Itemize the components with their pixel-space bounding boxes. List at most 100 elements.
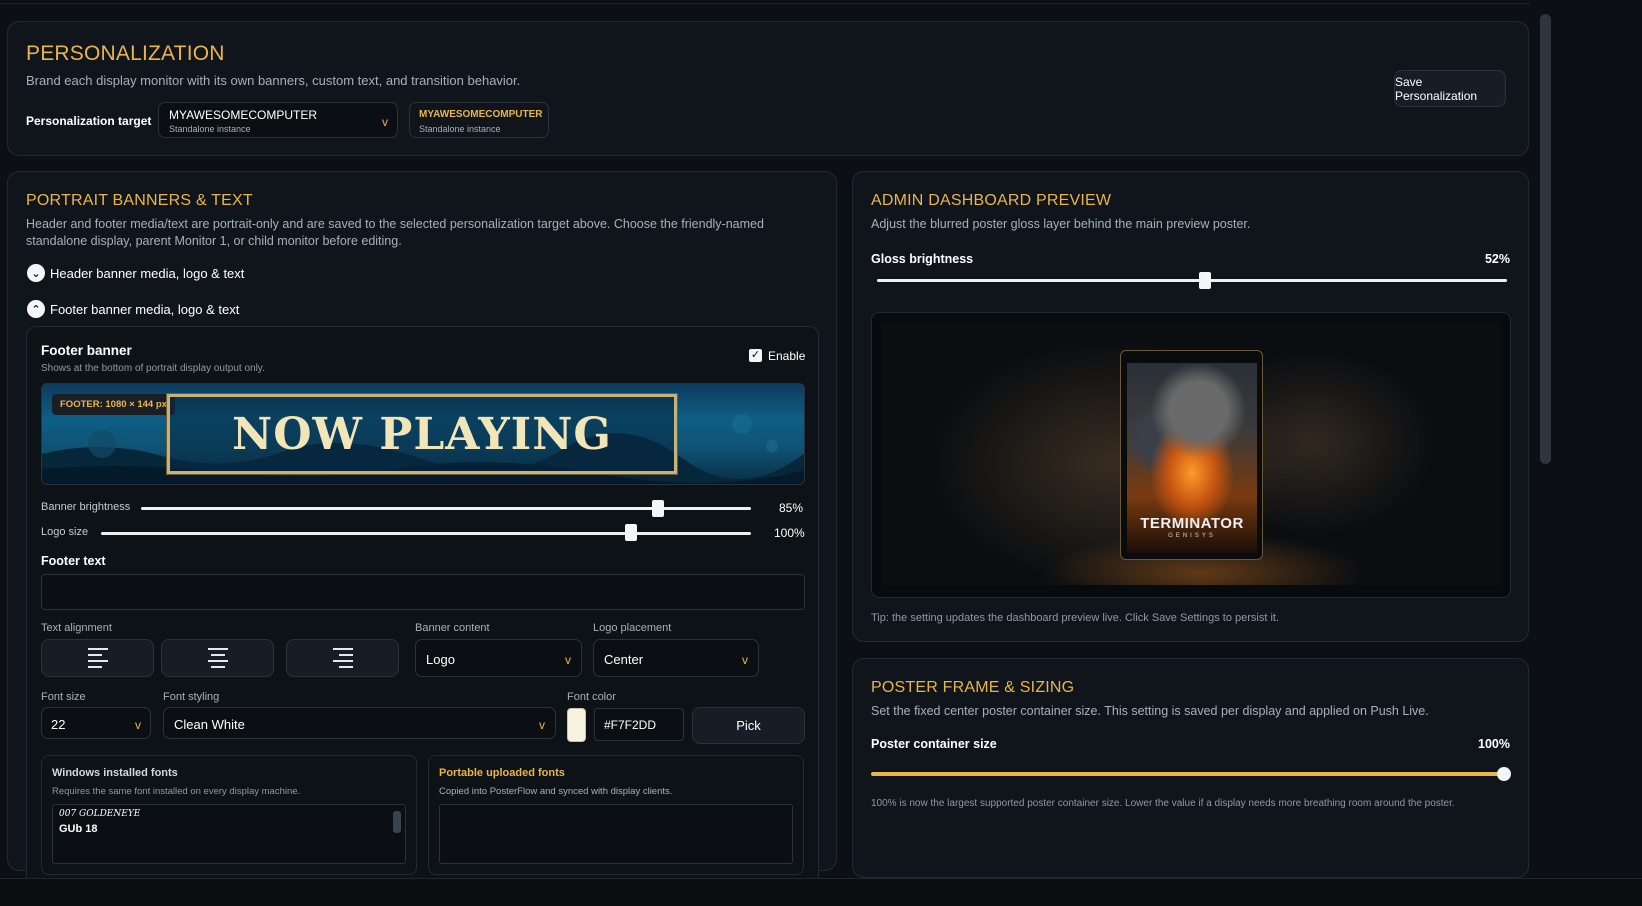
text-alignment-label: Text alignment [41, 622, 112, 634]
page-scrollbar-thumb[interactable] [1540, 14, 1551, 464]
poster-size-slider[interactable] [871, 772, 1507, 776]
target-chip[interactable]: MYAWESOMECOMPUTER Standalone instance [409, 102, 549, 138]
target-select-name: MYAWESOMECOMPUTER [169, 108, 318, 122]
gloss-slider[interactable] [877, 279, 1507, 282]
font-size-value: 22 [51, 717, 66, 732]
logo-size-thumb[interactable] [625, 524, 637, 541]
windows-fonts-title: Windows installed fonts [52, 767, 178, 779]
banner-content-select[interactable]: Logo v [415, 639, 582, 677]
font-color-input[interactable] [594, 708, 684, 741]
logo-size-value: 100% [774, 526, 805, 540]
align-left-button[interactable] [41, 639, 154, 677]
portable-fonts-hint: Copied into PosterFlow and synced with d… [439, 786, 673, 797]
align-left-icon [87, 648, 108, 668]
target-select[interactable]: MYAWESOMECOMPUTER Standalone instance v [158, 102, 398, 138]
poster-preview-area: TERMINATOR GENISYS [871, 312, 1511, 598]
admin-preview-card: ADMIN DASHBOARD PREVIEW Adjust the blurr… [852, 171, 1529, 642]
portrait-banners-card: PORTRAIT BANNERS & TEXT Header and foote… [7, 171, 837, 886]
now-playing-text: NOW PLAYING [231, 408, 613, 460]
banner-brightness-value: 85% [779, 501, 804, 515]
footer-text-input[interactable] [41, 574, 805, 610]
footer-banner-preview: FOOTER: 1080 × 144 px NOW PLAYING [41, 383, 805, 485]
footer-banner-toggle[interactable]: ⌃ Footer banner media, logo & text [26, 300, 326, 320]
target-select-sub: Standalone instance [169, 124, 251, 134]
pick-color-button[interactable]: Pick [692, 707, 805, 744]
gloss-label: Gloss brightness [871, 252, 974, 266]
portable-fonts-list[interactable] [439, 804, 793, 864]
poster-frame-note: 100% is now the largest supported poster… [871, 798, 1455, 809]
save-personalization-button[interactable]: Save Personalization [1394, 70, 1506, 107]
windows-fonts-list[interactable]: 007 GOLDENEYE GUb 18 [52, 804, 406, 864]
footer-banner-title: Footer banner [41, 343, 132, 358]
list-scrollbar[interactable] [393, 811, 401, 833]
poster-image: TERMINATOR GENISYS [1127, 363, 1257, 553]
poster-frame-card: POSTER FRAME & SIZING Set the fixed cent… [852, 658, 1529, 878]
chevron-down-icon: ⌄ [27, 264, 45, 282]
admin-preview-subtitle: Adjust the blurred poster gloss layer be… [871, 217, 1251, 231]
banner-content-label: Banner content [415, 622, 490, 634]
personalization-subtitle: Brand each display monitor with its own … [26, 73, 521, 88]
font-size-label: Font size [41, 691, 86, 703]
bottom-bar [0, 878, 1642, 906]
top-divider [0, 3, 1530, 4]
enable-checkbox[interactable]: ✓ [749, 349, 762, 362]
target-label: Personalization target [26, 114, 152, 128]
font-color-swatch[interactable] [567, 708, 586, 742]
chevron-down-icon: v [565, 653, 571, 667]
chevron-down-icon: v [135, 718, 141, 732]
logo-placement-value: Center [604, 652, 644, 667]
personalization-title: PERSONALIZATION [26, 42, 225, 65]
banner-content-value: Logo [426, 652, 455, 667]
gloss-thumb[interactable] [1199, 272, 1211, 289]
windows-fonts-hint: Requires the same font installed on ever… [52, 786, 301, 797]
poster-subtitle-text: GENISYS [1168, 533, 1216, 539]
font-styling-select[interactable]: Clean White v [163, 707, 556, 739]
align-center-button[interactable] [161, 639, 274, 677]
poster-frame: TERMINATOR GENISYS [1120, 350, 1263, 560]
footer-toggle-label: Footer banner media, logo & text [50, 302, 240, 317]
align-right-button[interactable] [286, 639, 399, 677]
poster-size-value: 100% [1478, 737, 1510, 751]
chevron-down-icon: v [742, 653, 748, 667]
logo-size-label: Logo size [41, 526, 89, 538]
font-item[interactable]: GUb 18 [59, 823, 98, 835]
align-center-icon [207, 648, 228, 668]
font-styling-value: Clean White [174, 717, 245, 732]
poster-size-label: Poster container size [871, 737, 997, 751]
portable-fonts-title: Portable uploaded fonts [439, 767, 565, 779]
chevron-down-icon: v [382, 115, 388, 129]
footer-banner-hint: Shows at the bottom of portrait display … [41, 363, 265, 374]
windows-fonts-panel: Windows installed fonts Requires the sam… [41, 755, 417, 875]
portrait-title: PORTRAIT BANNERS & TEXT [26, 192, 253, 209]
admin-preview-tip: Tip: the setting updates the dashboard p… [871, 612, 1280, 624]
font-size-select[interactable]: 22 v [41, 707, 151, 739]
footer-banner-panel: Footer banner Shows at the bottom of por… [26, 326, 819, 886]
logo-size-slider[interactable] [101, 532, 751, 535]
poster-title-text: TERMINATOR [1140, 515, 1244, 532]
banner-brightness-label: Banner brightness [41, 501, 131, 513]
now-playing-frame: NOW PLAYING [166, 393, 678, 475]
poster-frame-subtitle: Set the fixed center poster container si… [871, 704, 1429, 718]
font-styling-label: Font styling [163, 691, 220, 703]
portrait-description: Header and footer media/text are portrai… [26, 217, 764, 248]
font-item[interactable]: 007 GOLDENEYE [59, 809, 140, 819]
logo-placement-select[interactable]: Center v [593, 639, 759, 677]
chevron-up-icon: ⌃ [27, 300, 45, 318]
logo-placement-label: Logo placement [593, 622, 672, 634]
align-right-icon [332, 648, 353, 668]
portable-fonts-panel: Portable uploaded fonts Copied into Post… [428, 755, 804, 875]
target-chip-name: MYAWESOMECOMPUTER [419, 109, 543, 120]
header-toggle-label: Header banner media, logo & text [50, 266, 245, 281]
footer-text-label: Footer text [41, 554, 106, 568]
font-color-label: Font color [567, 691, 616, 703]
personalization-card: PERSONALIZATION Brand each display monit… [7, 21, 1529, 156]
banner-brightness-thumb[interactable] [652, 500, 664, 517]
size-badge: FOOTER: 1080 × 144 px [52, 394, 175, 415]
poster-frame-title: POSTER FRAME & SIZING [871, 679, 1075, 696]
admin-preview-title: ADMIN DASHBOARD PREVIEW [871, 192, 1112, 209]
header-banner-toggle[interactable]: ⌄ Header banner media, logo & text [26, 264, 326, 284]
gloss-value: 52% [1484, 252, 1510, 266]
chevron-down-icon: v [539, 718, 545, 732]
poster-size-thumb[interactable] [1497, 767, 1511, 781]
enable-label: Enable [768, 349, 806, 363]
